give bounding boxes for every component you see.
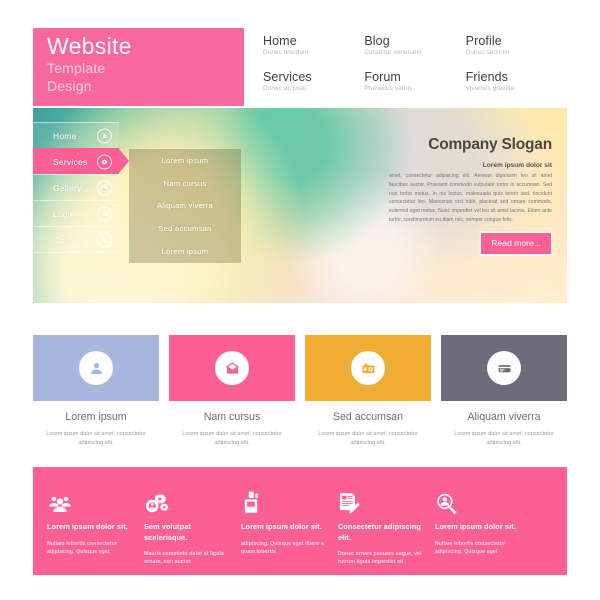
- phone-icon: [97, 232, 112, 247]
- footer-column-2: Sem volutpat scelerisque. Mauris commodo…: [144, 489, 241, 567]
- brand-line-1: Website: [47, 33, 132, 59]
- user-search-icon: [435, 489, 523, 515]
- sidebar-item-label: Contact: [53, 234, 84, 245]
- submenu-item[interactable]: Nam cursus: [129, 172, 241, 195]
- footer-title: Sem volutpat scelerisque.: [144, 522, 192, 542]
- hero-banner: Home Services Gallery Login Contact Lore…: [33, 108, 567, 303]
- read-more-button[interactable]: Read more...: [479, 230, 553, 256]
- footer-body: adipiscing. Quisque eget libero a quam l…: [241, 540, 324, 555]
- printer-icon: [241, 489, 329, 515]
- footer-title: Lorem ipsum dolor sit.: [241, 522, 322, 531]
- user-icon: [79, 351, 113, 385]
- hero-submenu: Lorem ipsum Nam cursus Aliquam viverra S…: [129, 149, 241, 263]
- brand-logo[interactable]: Website Template Design: [33, 28, 244, 106]
- nav-item-forum[interactable]: Forum Phasellus varius: [364, 69, 465, 107]
- card-description: Lorem ipsum dolor sit amet, consectetur …: [46, 431, 146, 447]
- card-image: [169, 335, 295, 401]
- nav-subtitle: Vivamus gravida: [465, 84, 515, 92]
- nav-title: Friends: [465, 69, 509, 84]
- image-icon: [97, 180, 112, 195]
- website-template-mockup: Website Template Design Home Donec tinci…: [0, 0, 600, 600]
- hero-sidebar-menu: Home Services Gallery Login Contact: [33, 122, 129, 253]
- feature-card-nam-cursus[interactable]: Nam cursus Lorem ipsum dolor sit amet, c…: [169, 335, 295, 448]
- nav-item-profile[interactable]: Profile Donec sed nisi: [466, 35, 567, 71]
- people-group-icon: [47, 489, 135, 515]
- footer-body: Mauris commodo dolor et ligula ornare, n…: [144, 551, 224, 566]
- footer-column-3: Lorem ipsum dolor sit. adipiscing. Quisq…: [241, 489, 338, 567]
- nav-subtitle: Donec ac justo: [263, 84, 307, 92]
- sidebar-item-contact[interactable]: Contact: [33, 226, 119, 253]
- envelope-icon: [215, 351, 249, 385]
- card-image: [305, 335, 431, 401]
- card-description: Lorem ipsum dolor sit amet, consectetur …: [318, 431, 418, 447]
- nav-item-home[interactable]: Home Donec tincidunt: [263, 35, 364, 71]
- site-header: Website Template Design Home Donec tinci…: [33, 28, 567, 106]
- sidebar-item-home[interactable]: Home: [33, 122, 119, 148]
- login-icon: [97, 206, 112, 221]
- sidebar-item-label: Home: [53, 130, 77, 141]
- footer-column-5: Lorem ipsum dolor sit. Nullam lobortis c…: [435, 489, 532, 567]
- nav-subtitle: Donec tincidunt: [263, 49, 309, 56]
- feature-card-sed-accumsan[interactable]: Sed accumsan Lorem ipsum dolor sit amet,…: [305, 335, 431, 448]
- nav-item-friends[interactable]: Friends Vivamus gravida: [465, 69, 567, 107]
- camera-icon: [351, 351, 385, 385]
- nav-subtitle: Donec sed nisi: [465, 49, 509, 56]
- footer-column-1: Lorem ipsum dolor sit. Nullam lobortis c…: [47, 489, 144, 567]
- footer-title: Consectetur adipiscing elit.: [338, 522, 421, 542]
- nav-title: Profile: [465, 34, 502, 48]
- submenu-item[interactable]: Aliquam viverra: [129, 195, 241, 218]
- nav-item-blog[interactable]: Blog Curabitur venenatis: [364, 35, 465, 71]
- slogan-body: amet, consectetur adipiscing elit. Aenea…: [389, 173, 552, 223]
- slogan-lead: Lorem ipsum dolor sit: [482, 162, 552, 169]
- home-icon: [97, 128, 112, 143]
- sidebar-item-label: Services: [53, 156, 88, 167]
- nav-item-services[interactable]: Services Donec ac justo: [263, 69, 364, 107]
- card-description: Lorem ipsum dolor sit amet, consectetur …: [454, 431, 554, 447]
- sidebar-item-services[interactable]: Services: [33, 148, 129, 174]
- card-image: [441, 335, 567, 401]
- sidebar-item-label: Gallery: [53, 182, 82, 193]
- footer-section: Lorem ipsum dolor sit. Nullam lobortis c…: [33, 467, 567, 575]
- gear-icon: [97, 154, 112, 169]
- card-image: [33, 335, 159, 401]
- sidebar-item-label: Login: [53, 208, 75, 219]
- nav-title: Forum: [364, 69, 401, 84]
- footer-column-4: Consectetur adipiscing elit. Donec ornar…: [338, 489, 435, 567]
- card-title: Aliquam viverra: [467, 411, 541, 423]
- brand-line-3: Design: [47, 78, 92, 94]
- nav-title: Home: [263, 34, 297, 48]
- sidebar-item-gallery[interactable]: Gallery: [33, 174, 119, 200]
- credit-card-icon: [487, 351, 521, 385]
- submenu-item[interactable]: Lorem ipsum: [129, 240, 241, 263]
- nav-title: Services: [263, 69, 312, 84]
- brand-line-2: Template: [47, 60, 106, 76]
- hero-slogan-block: Company Slogan Lorem ipsum dolor sit ame…: [389, 136, 553, 256]
- card-title: Lorem ipsum: [65, 411, 127, 423]
- card-title: Sed accumsan: [332, 411, 404, 423]
- submenu-item[interactable]: Lorem ipsum: [129, 149, 241, 172]
- document-edit-icon: [338, 489, 426, 515]
- nav-title: Blog: [364, 34, 390, 48]
- footer-body: Donec ornare posuere augue, vel rutrum l…: [338, 551, 422, 566]
- footer-title: Lorem ipsum dolor sit.: [47, 522, 128, 531]
- main-navigation: Home Donec tincidunt Blog Curabitur vene…: [244, 28, 567, 106]
- sidebar-item-login[interactable]: Login: [33, 200, 119, 226]
- feature-card-lorem-ipsum[interactable]: Lorem ipsum Lorem ipsum dolor sit amet, …: [33, 335, 159, 448]
- feature-cards: Lorem ipsum Lorem ipsum dolor sit amet, …: [33, 335, 567, 448]
- footer-body: Nullam lobortis consectetur adipiscing. …: [47, 540, 117, 555]
- feature-card-aliquam-viverra[interactable]: Aliquam viverra Lorem ipsum dolor sit am…: [441, 335, 567, 448]
- footer-columns: Lorem ipsum dolor sit. Nullam lobortis c…: [33, 467, 567, 567]
- submenu-item[interactable]: Sed accumsan: [129, 217, 241, 240]
- card-title: Nam cursus: [203, 411, 261, 423]
- nav-subtitle: Phasellus varius: [364, 84, 413, 92]
- card-description: Lorem ipsum dolor sit amet, consectetur …: [182, 431, 282, 447]
- slogan-title: Company Slogan: [428, 136, 552, 153]
- footer-title: Lorem ipsum dolor sit.: [435, 522, 516, 531]
- footer-body: Nullam lobortis consectetur adipiscing. …: [435, 540, 505, 555]
- nav-subtitle: Curabitur venenatis: [364, 49, 422, 56]
- gears-icon: [144, 489, 232, 515]
